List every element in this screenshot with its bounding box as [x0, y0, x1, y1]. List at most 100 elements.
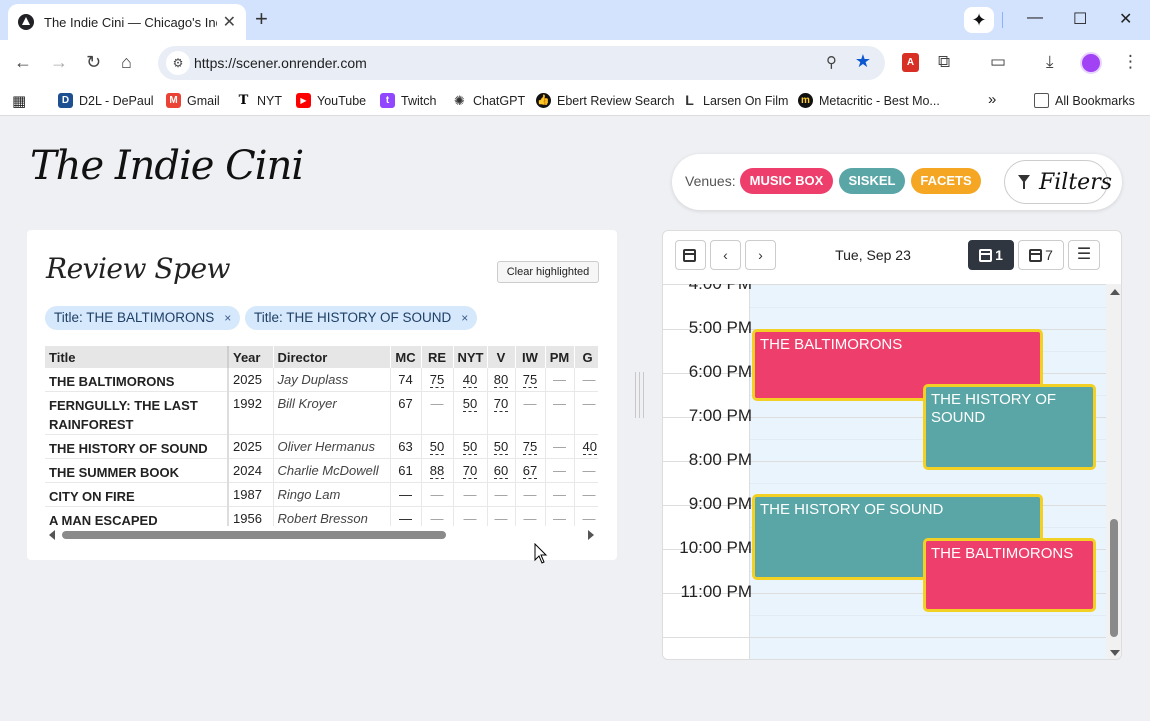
close-window-icon[interactable]: ✕ — [1119, 9, 1132, 29]
event-baltimorons[interactable]: THE BALTIMORONS — [923, 538, 1096, 612]
event-history-of-sound[interactable]: THE HISTORY OF SOUND — [923, 384, 1096, 470]
scrollbar-thumb[interactable] — [62, 531, 446, 539]
calendar-timeline[interactable]: 4:00 PM 5:00 PM 6:00 PM 7:00 PM 8:00 PM … — [663, 284, 1121, 659]
cell-title[interactable]: THE SUMMER BOOK — [45, 458, 229, 483]
bookmark-nyt[interactable]: T NYT — [236, 93, 282, 108]
home-icon[interactable]: ⌂ — [121, 52, 132, 72]
close-tab-icon[interactable]: ✕ — [223, 12, 236, 32]
review-table-viewport: Title Year Director MC RE NYT V IW PM G — [45, 346, 598, 526]
browser-tab[interactable]: The Indie Cini — Chicago's Indie ✕ — [8, 4, 246, 40]
cell-title[interactable]: A MAN ESCAPED — [45, 506, 229, 526]
cell-v[interactable]: 60 — [493, 463, 509, 479]
col-header-director[interactable]: Director — [273, 346, 391, 368]
bookmark-larsen[interactable]: L Larsen On Film — [682, 93, 788, 108]
bookmark-chatgpt[interactable]: ✺ ChatGPT — [452, 93, 525, 108]
cell-title[interactable]: THE HISTORY OF SOUND — [45, 434, 229, 459]
bookmark-d2l[interactable]: D D2L - DePaul — [58, 93, 154, 108]
gemini-icon[interactable]: ✦ — [964, 7, 994, 33]
cell-re[interactable]: 50 — [429, 439, 445, 455]
prev-day-button[interactable]: ‹ — [710, 240, 741, 270]
bookmark-star-icon[interactable]: ★ — [855, 51, 871, 72]
bookmark-metacritic[interactable]: m Metacritic - Best Mo... — [798, 93, 940, 108]
table-row[interactable]: THE BALTIMORONS 2025 Jay Duplass 74 75 4… — [45, 368, 598, 392]
day-view-button[interactable]: 1 — [968, 240, 1014, 270]
site-info-icon[interactable]: ⚙ — [166, 51, 190, 75]
table-horizontal-scrollbar[interactable] — [45, 528, 598, 542]
url-text[interactable]: https://scener.onrender.com — [194, 55, 367, 71]
all-bookmarks[interactable]: All Bookmarks — [1034, 93, 1135, 108]
bookmark-gmail[interactable]: M Gmail — [166, 93, 220, 108]
cell-iw[interactable]: 67 — [522, 463, 538, 479]
cell-g[interactable]: 40 — [582, 439, 597, 455]
maximize-icon[interactable]: ☐ — [1073, 9, 1087, 29]
cell-title[interactable]: CITY ON FIRE — [45, 482, 229, 507]
col-header-iw[interactable]: IW — [515, 346, 546, 368]
cell-re: — — [421, 482, 454, 507]
back-icon[interactable]: ← — [14, 52, 32, 72]
table-row[interactable]: FERNGULLY: THE LAST RAINFOREST 1992 Bill… — [45, 391, 598, 435]
reload-icon[interactable]: ↻ — [86, 52, 101, 72]
col-header-re[interactable]: RE — [421, 346, 454, 368]
cell-nyt[interactable]: 70 — [462, 463, 478, 479]
col-header-pm[interactable]: PM — [545, 346, 575, 368]
address-bar[interactable]: ⚙ https://scener.onrender.com ⚲ ★ — [158, 46, 885, 80]
date-picker-button[interactable] — [675, 240, 706, 270]
col-header-mc[interactable]: MC — [390, 346, 422, 368]
new-tab-icon[interactable]: + — [255, 8, 268, 30]
reading-list-icon[interactable]: ▭ — [990, 52, 1006, 72]
col-header-v[interactable]: V — [487, 346, 516, 368]
scroll-down-icon[interactable] — [1110, 650, 1120, 656]
venue-facets[interactable]: FACETS — [911, 168, 981, 194]
chip-remove-icon[interactable]: × — [224, 311, 231, 325]
venue-music-box[interactable]: MUSIC BOX — [740, 168, 833, 194]
col-header-title[interactable]: Title — [45, 346, 229, 368]
panel-resize-handle[interactable] — [633, 372, 645, 418]
table-row[interactable]: A MAN ESCAPED 1956 Robert Bresson — — — … — [45, 506, 598, 526]
table-row[interactable]: CITY ON FIRE 1987 Ringo Lam — — — — — — … — [45, 482, 598, 507]
cell-nyt[interactable]: 50 — [462, 439, 478, 455]
bookmark-twitch[interactable]: t Twitch — [380, 93, 436, 108]
cell-iw[interactable]: 75 — [522, 372, 538, 388]
calendar-vertical-scrollbar[interactable] — [1106, 284, 1121, 659]
cell-re[interactable]: 88 — [429, 463, 445, 479]
col-header-year[interactable]: Year — [228, 346, 274, 368]
download-icon[interactable]: ⤓ — [1046, 52, 1054, 72]
extensions-icon[interactable]: ⧉ — [938, 52, 950, 72]
bookmark-youtube[interactable]: ▶ YouTube — [296, 93, 366, 108]
list-view-button[interactable]: ☰ — [1068, 240, 1100, 270]
more-bookmarks-icon[interactable]: » — [988, 91, 996, 108]
cell-v[interactable]: 50 — [493, 439, 509, 455]
cell-nyt[interactable]: 40 — [462, 372, 478, 388]
table-row[interactable]: THE SUMMER BOOK 2024 Charlie McDowell 61… — [45, 458, 598, 483]
cell-re[interactable]: 75 — [429, 372, 445, 388]
table-row[interactable]: THE HISTORY OF SOUND 2025 Oliver Hermanu… — [45, 434, 598, 459]
zoom-icon[interactable]: ⚲ — [826, 53, 837, 71]
scroll-left-icon[interactable] — [49, 530, 55, 540]
scroll-up-icon[interactable] — [1110, 289, 1120, 295]
cell-v[interactable]: 70 — [493, 396, 509, 412]
col-header-nyt[interactable]: NYT — [453, 346, 488, 368]
col-header-g[interactable]: G — [574, 346, 598, 368]
minimize-icon[interactable]: — — [1027, 9, 1043, 27]
forward-icon[interactable]: → — [50, 52, 68, 72]
cell-title[interactable]: FERNGULLY: THE LAST RAINFOREST — [45, 391, 229, 435]
apps-grid-icon[interactable]: ▦ — [12, 92, 26, 110]
cell-v[interactable]: 80 — [493, 372, 509, 388]
cell-title[interactable]: THE BALTIMORONS — [45, 368, 229, 392]
filters-button[interactable]: Filters — [1004, 160, 1112, 204]
cell-pm: — — [545, 506, 575, 526]
clear-highlighted-button[interactable]: Clear highlighted — [497, 261, 599, 283]
bookmark-ebert[interactable]: 👍 Ebert Review Search — [536, 93, 674, 108]
scroll-right-icon[interactable] — [588, 530, 594, 540]
cell-nyt[interactable]: 50 — [462, 396, 478, 412]
menu-icon[interactable]: ⋮ — [1122, 52, 1139, 72]
chip-remove-icon[interactable]: × — [461, 311, 468, 325]
cell-iw[interactable]: 75 — [522, 439, 538, 455]
app-logo[interactable]: The Indie Cini — [30, 143, 304, 189]
scrollbar-thumb[interactable] — [1110, 519, 1118, 637]
week-view-button[interactable]: 7 — [1018, 240, 1064, 270]
next-day-button[interactable]: › — [745, 240, 776, 270]
profile-avatar[interactable] — [1080, 52, 1102, 74]
venue-siskel[interactable]: SISKEL — [839, 168, 905, 194]
pdf-extension-icon[interactable]: A — [902, 53, 919, 72]
